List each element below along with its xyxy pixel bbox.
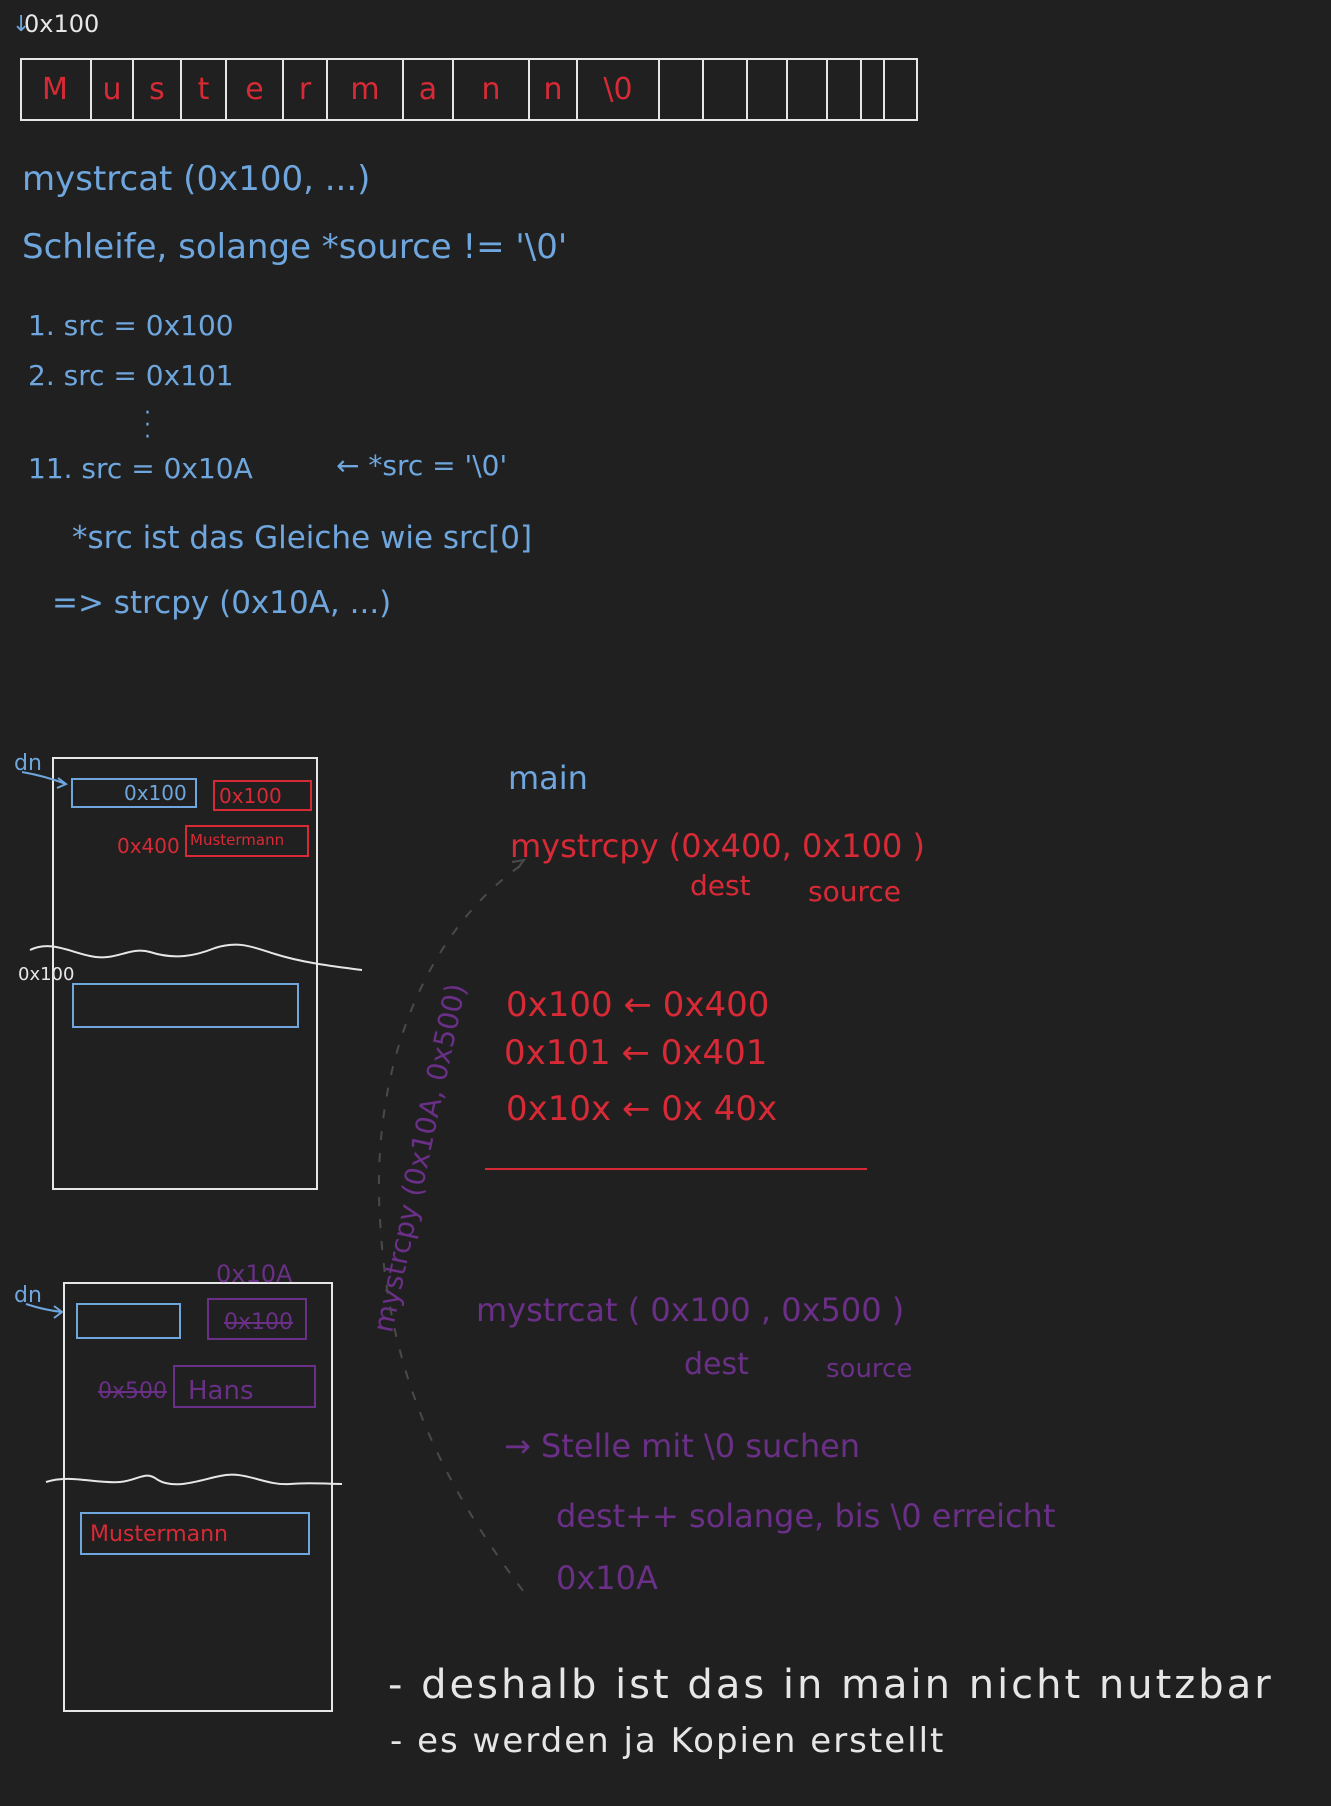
sketch-strokes bbox=[21, 771, 531, 1601]
frame2-wave bbox=[45, 1473, 343, 1486]
frame1-wave bbox=[29, 943, 363, 971]
dashed-call-arc bbox=[378, 865, 531, 1601]
